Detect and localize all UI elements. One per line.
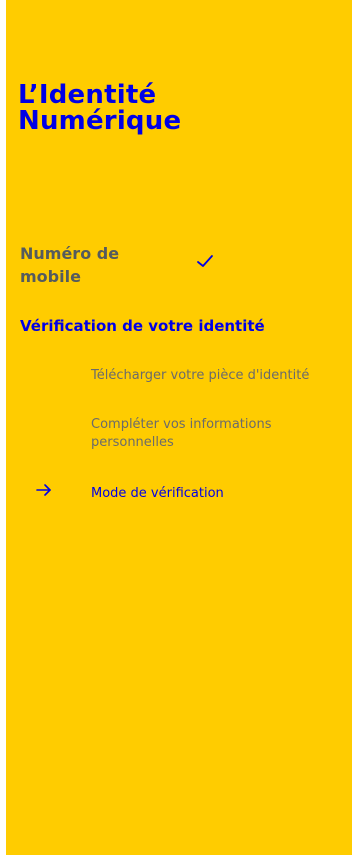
brand-logo-line-2: Numérique — [18, 106, 182, 136]
brand-logo: L’Identité Numérique — [18, 82, 181, 134]
progress-sidebar: L’Identité Numérique Numéro de mobile Vé… — [6, 0, 352, 855]
arrow-right-icon — [36, 484, 51, 496]
substep-verification-mode: Mode de vérification — [91, 486, 224, 501]
substep-personal-info: Compléter vos informations personnelles — [91, 417, 272, 450]
step-mobile-number: Numéro de mobile — [20, 244, 120, 286]
step-identity-verification: Vérification de votre identité — [20, 317, 265, 335]
substep-upload-id: Télécharger votre pièce d'identité — [91, 368, 310, 383]
check-icon — [197, 255, 213, 267]
brand-logo-line-1: L’Identité — [18, 80, 157, 110]
